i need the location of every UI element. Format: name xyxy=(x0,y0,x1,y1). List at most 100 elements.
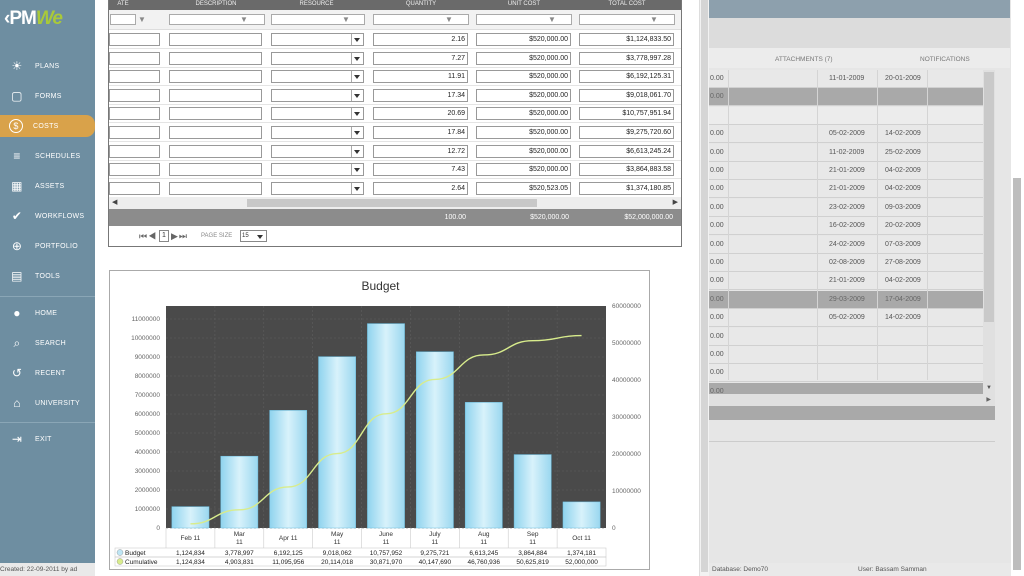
description-input[interactable] xyxy=(169,181,262,195)
resource-select[interactable] xyxy=(271,126,364,139)
quantity-input[interactable]: 7.43 xyxy=(373,163,468,177)
sidebar-item-search[interactable]: ⌕ SEARCH xyxy=(0,332,95,354)
list-item[interactable]: 0.00 16-02-2009 20-02-2009 xyxy=(709,217,984,236)
unit-cost-input[interactable]: $520,000.00 xyxy=(476,33,571,46)
panel-splitter[interactable] xyxy=(699,0,709,576)
date-input[interactable] xyxy=(109,163,160,177)
column-header-total-cost[interactable]: TOTAL COST xyxy=(577,1,677,7)
sidebar-item-plans[interactable]: ☀ PLANS xyxy=(0,55,95,77)
filter-input-date[interactable] xyxy=(110,14,136,25)
unit-cost-input[interactable]: $520,523.05 xyxy=(476,181,571,195)
page-vertical-scrollbar[interactable] xyxy=(1011,0,1024,576)
resource-select[interactable] xyxy=(271,107,364,121)
description-input[interactable] xyxy=(169,144,262,158)
sidebar-item-university[interactable]: ⌂ UNIVERSITY xyxy=(0,392,95,414)
sidebar-item-costs[interactable]: $ COSTS xyxy=(0,115,95,137)
sidebar-item-portfolio[interactable]: ⊕ PORTFOLIO xyxy=(0,235,95,257)
filter-icon[interactable]: ▼ xyxy=(548,15,556,24)
quantity-input[interactable]: 12.72 xyxy=(373,144,468,158)
scroll-down-icon[interactable]: ▼ xyxy=(986,385,992,391)
unit-cost-input[interactable]: $520,000.00 xyxy=(476,88,571,102)
unit-cost-input[interactable]: $520,000.00 xyxy=(476,144,571,158)
filter-input-total-cost[interactable] xyxy=(579,14,675,25)
list-item[interactable]: 0.00 xyxy=(709,346,984,364)
filter-icon[interactable]: ▼ xyxy=(240,15,248,24)
resource-select[interactable] xyxy=(271,144,364,158)
quantity-input[interactable]: 17.34 xyxy=(373,88,468,102)
column-header-quantity[interactable]: QUANTITY xyxy=(371,1,471,7)
page-size-select[interactable]: 15 xyxy=(240,230,267,242)
sidebar-item-assets[interactable]: ▦ ASSETS xyxy=(0,175,95,197)
list-item[interactable]: 0.00 21-01-2009 04-02-2009 xyxy=(709,162,984,180)
total-cost-input[interactable]: $9,018,061.70 xyxy=(579,88,674,102)
description-input[interactable] xyxy=(169,126,262,139)
date-input[interactable] xyxy=(109,51,160,65)
list-item[interactable]: 0.00 21-01-2009 04-02-2009 xyxy=(709,180,984,199)
list-item[interactable]: 0.00 23-02-2009 09-03-2009 xyxy=(709,198,984,217)
date-input[interactable] xyxy=(109,88,160,102)
description-input[interactable] xyxy=(169,70,262,84)
date-input[interactable] xyxy=(109,70,160,84)
tab-notifications[interactable]: NOTIFICATIONS xyxy=(920,56,970,63)
filter-icon[interactable]: ▼ xyxy=(445,15,453,24)
quantity-input[interactable]: 2.16 xyxy=(373,33,468,46)
description-input[interactable] xyxy=(169,33,262,46)
right-hscroll[interactable]: ▶ xyxy=(709,394,995,406)
sidebar-item-schedules[interactable]: ≡ SCHEDULES xyxy=(0,145,95,167)
date-input[interactable] xyxy=(109,107,160,121)
list-item[interactable]: 0.00 11-01-2009 20-01-2009 xyxy=(709,70,984,88)
list-item[interactable]: 0.00 xyxy=(709,327,984,346)
unit-cost-input[interactable]: $520,000.00 xyxy=(476,107,571,121)
list-item[interactable]: 0.00 05-02-2009 14-02-2009 xyxy=(709,309,984,328)
list-item[interactable]: 0.00 05-02-2009 14-02-2009 xyxy=(709,125,984,144)
page-number-input[interactable]: 1 xyxy=(159,230,169,242)
filter-input-resource[interactable] xyxy=(271,14,365,25)
resource-select[interactable] xyxy=(271,33,364,46)
date-input[interactable] xyxy=(109,126,160,139)
total-cost-input[interactable]: $10,757,951.94 xyxy=(579,107,674,121)
filter-input-unit-cost[interactable] xyxy=(476,14,572,25)
app-logo[interactable]: ‹PMWe xyxy=(4,8,63,30)
pager-first-prev-icons[interactable]: ⏮◀ xyxy=(139,231,157,242)
unit-cost-input[interactable]: $520,000.00 xyxy=(476,163,571,177)
total-cost-input[interactable]: $6,613,245.24 xyxy=(579,144,674,158)
date-input[interactable] xyxy=(109,33,160,46)
quantity-input[interactable]: 17.84 xyxy=(373,126,468,139)
list-item[interactable] xyxy=(709,106,984,125)
list-item[interactable]: 0.00 21-01-2009 04-02-2009 xyxy=(709,272,984,291)
filter-icon[interactable]: ▼ xyxy=(138,15,146,24)
pager-next-last-icons[interactable]: ▶⏭ xyxy=(171,231,188,242)
sidebar-item-exit[interactable]: ⇥ EXIT xyxy=(0,428,95,450)
total-cost-input[interactable]: $1,374,180.85 xyxy=(579,181,674,195)
list-item[interactable]: 0.00 xyxy=(709,88,984,107)
list-item[interactable]: 0.00 29-03-2009 17-04-2009 xyxy=(709,290,984,309)
unit-cost-input[interactable]: $520,000.00 xyxy=(476,70,571,84)
resource-select[interactable] xyxy=(271,51,364,65)
description-input[interactable] xyxy=(169,107,262,121)
splitter-scroll-thumb[interactable] xyxy=(701,0,708,572)
sidebar-item-tools[interactable]: ▤ TOOLS xyxy=(0,265,95,287)
tab-attachments[interactable]: ATTACHMENTS (7) xyxy=(775,56,833,63)
resource-select[interactable] xyxy=(271,88,364,102)
unit-cost-input[interactable]: $520,000.00 xyxy=(476,126,571,139)
column-header-date[interactable]: ATE xyxy=(109,1,137,7)
total-cost-input[interactable]: $3,778,997.28 xyxy=(579,51,674,65)
list-item[interactable]: 0.00 11-02-2009 25-02-2009 xyxy=(709,143,984,162)
unit-cost-input[interactable]: $520,000.00 xyxy=(476,51,571,65)
total-cost-input[interactable]: $9,275,720.60 xyxy=(579,126,674,139)
filter-input-description[interactable] xyxy=(169,14,265,25)
scroll-thumb[interactable] xyxy=(984,72,994,322)
resource-select[interactable] xyxy=(271,70,364,84)
sidebar-item-workflows[interactable]: ✔ WORKFLOWS xyxy=(0,205,95,227)
list-item[interactable]: 0.00 xyxy=(709,364,984,383)
quantity-input[interactable]: 11.91 xyxy=(373,70,468,84)
sidebar-item-forms[interactable]: ▢ FORMS xyxy=(0,85,95,107)
date-input[interactable] xyxy=(109,181,160,195)
date-input[interactable] xyxy=(109,144,160,158)
list-item[interactable]: 0.00 24-02-2009 07-03-2009 xyxy=(709,235,984,254)
description-input[interactable] xyxy=(169,163,262,177)
column-header-resource[interactable]: RESOURCE xyxy=(269,1,364,7)
scroll-right-icon[interactable]: ▶ xyxy=(986,396,991,403)
description-input[interactable] xyxy=(169,51,262,65)
quantity-input[interactable]: 20.69 xyxy=(373,107,468,121)
